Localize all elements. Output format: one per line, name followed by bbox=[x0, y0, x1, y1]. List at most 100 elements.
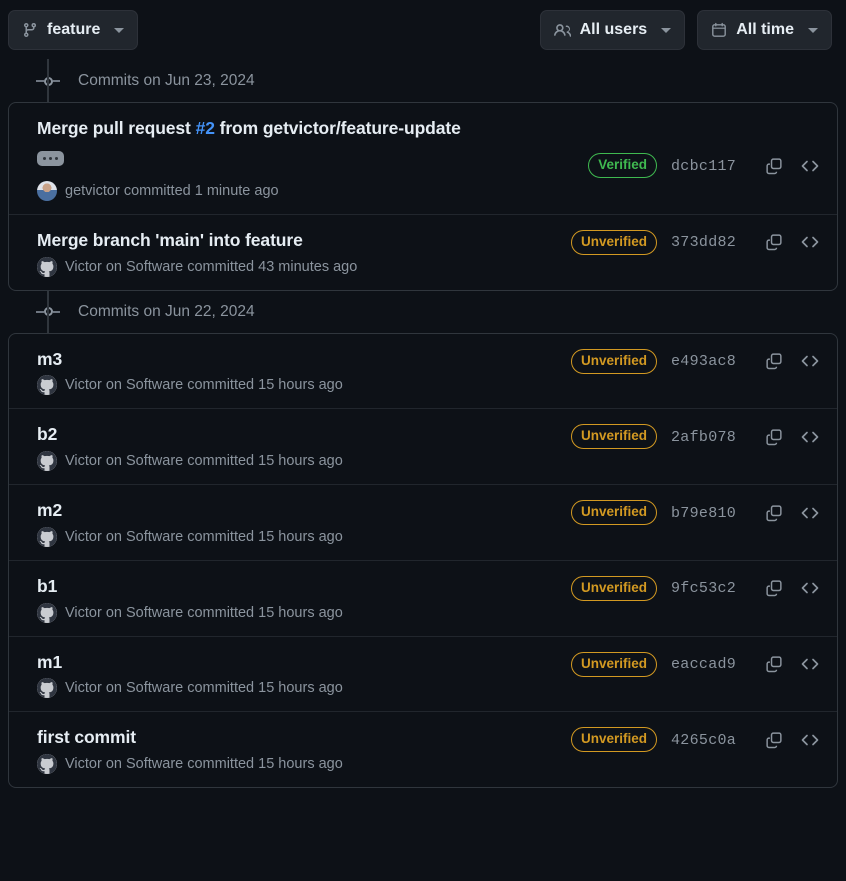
commit-title-suffix: from getvictor/feature-update bbox=[214, 118, 461, 138]
commit-sha-wrap: e493ac8 bbox=[671, 352, 749, 370]
commit-main: Merge branch 'main' into feature Victor o… bbox=[37, 229, 549, 277]
commit-sha[interactable]: dcbc117 bbox=[671, 158, 736, 175]
verification-badge-wrap: Unverified bbox=[549, 727, 657, 753]
commit-meta-text: Victor on Software committed 15 hours ag… bbox=[65, 528, 343, 545]
code-icon[interactable] bbox=[799, 155, 821, 177]
verification-badge-wrap: Unverified bbox=[549, 348, 657, 374]
commits-toolbar: feature All users All time bbox=[0, 0, 846, 60]
copy-icon[interactable] bbox=[763, 155, 785, 177]
commit-actions: Unverified 9fc53c2 bbox=[549, 575, 821, 601]
commit-sha-wrap: eaccad9 bbox=[671, 655, 749, 673]
copy-icon[interactable] bbox=[763, 653, 785, 675]
commit-title: b1 bbox=[37, 575, 549, 598]
commit-row: m3 Victor on Software committed 15 hours … bbox=[9, 334, 837, 409]
commit-title: Merge pull request #2 from getvictor/fea… bbox=[37, 117, 549, 140]
status-badge[interactable]: Verified bbox=[588, 153, 657, 179]
avatar[interactable] bbox=[37, 180, 57, 201]
commit-sha-wrap: b79e810 bbox=[671, 504, 749, 522]
copy-icon[interactable] bbox=[763, 502, 785, 524]
timeline-connector bbox=[47, 311, 49, 333]
commit-sha[interactable]: 9fc53c2 bbox=[671, 580, 736, 597]
commit-title: first commit bbox=[37, 726, 549, 749]
code-icon[interactable] bbox=[799, 577, 821, 599]
status-badge[interactable]: Unverified bbox=[570, 229, 657, 255]
time-filter-label: All time bbox=[736, 21, 794, 38]
avatar[interactable] bbox=[37, 602, 57, 623]
commit-actions: Unverified 373dd82 bbox=[549, 229, 821, 255]
avatar[interactable] bbox=[37, 754, 57, 774]
commit-sha-wrap: 9fc53c2 bbox=[671, 579, 749, 597]
avatar[interactable] bbox=[37, 678, 57, 699]
avatar[interactable] bbox=[37, 451, 57, 471]
commit-row: b1 Victor on Software committed 15 hours … bbox=[9, 559, 837, 636]
status-badge[interactable]: Unverified bbox=[570, 500, 657, 526]
commit-sha[interactable]: e493ac8 bbox=[671, 353, 736, 370]
commit-title-text: m3 bbox=[37, 348, 63, 369]
status-badge[interactable]: Unverified bbox=[570, 727, 657, 753]
status-badge[interactable]: Unverified bbox=[570, 424, 657, 450]
commit-sha[interactable]: eaccad9 bbox=[671, 656, 736, 673]
commit-main: Merge pull request #2 from getvictor/fea… bbox=[37, 117, 549, 201]
copy-icon[interactable] bbox=[763, 231, 785, 253]
copy-icon[interactable] bbox=[763, 577, 785, 599]
commit-title-link[interactable]: #2 bbox=[196, 118, 215, 138]
commit-main: m2 Victor on Software committed 15 hours … bbox=[37, 499, 549, 547]
commit-row: m1 Victor on Software committed 15 hours … bbox=[9, 635, 837, 712]
commit-meta-text: Victor on Software committed 15 hours ag… bbox=[65, 756, 343, 772]
copy-icon[interactable] bbox=[763, 426, 785, 448]
code-icon[interactable] bbox=[799, 729, 821, 751]
branch-selector-label: feature bbox=[47, 21, 101, 38]
time-filter-button[interactable]: All time bbox=[697, 10, 832, 50]
timeline-connector bbox=[47, 59, 49, 81]
avatar[interactable] bbox=[37, 256, 57, 277]
copy-icon[interactable] bbox=[763, 729, 785, 751]
timeline-connector bbox=[47, 290, 49, 312]
users-filter-label: All users bbox=[579, 21, 648, 38]
code-icon[interactable] bbox=[799, 426, 821, 448]
commit-meta-text: getvictor committed 1 minute ago bbox=[65, 182, 279, 199]
copy-icon[interactable] bbox=[763, 350, 785, 372]
commit-meta: getvictor committed 1 minute ago bbox=[37, 180, 549, 201]
commit-meta: Victor on Software committed 15 hours ag… bbox=[37, 375, 549, 396]
commit-row: m2 Victor on Software committed 15 hours … bbox=[9, 484, 837, 560]
verification-badge-wrap: Unverified bbox=[549, 424, 657, 450]
commit-title: m1 bbox=[37, 651, 549, 674]
status-badge[interactable]: Unverified bbox=[570, 651, 657, 677]
avatar[interactable] bbox=[37, 375, 57, 396]
commit-actions: Unverified 4265c0a bbox=[549, 726, 821, 753]
commit-sha[interactable]: 2afb078 bbox=[671, 429, 736, 446]
code-icon[interactable] bbox=[799, 653, 821, 675]
commit-sha[interactable]: b79e810 bbox=[671, 505, 736, 522]
timeline-connector bbox=[47, 81, 49, 102]
commit-title-text: m2 bbox=[37, 500, 63, 520]
commit-actions: Verified dcbc117 bbox=[549, 117, 821, 179]
chevron-down-icon bbox=[808, 27, 818, 33]
commit-row: first commit Victor on Software committed… bbox=[9, 711, 837, 787]
code-icon[interactable] bbox=[799, 350, 821, 372]
commit-title: b2 bbox=[37, 423, 549, 446]
commit-sha-wrap: 373dd82 bbox=[671, 233, 749, 251]
commits-date-label: Commits on Jun 22, 2024 bbox=[78, 302, 255, 320]
users-filter-button[interactable]: All users bbox=[539, 10, 686, 50]
expand-commit-message-button[interactable] bbox=[37, 151, 64, 167]
chevron-down-icon bbox=[661, 27, 672, 33]
status-badge[interactable]: Unverified bbox=[570, 575, 657, 601]
commit-sha[interactable]: 4265c0a bbox=[671, 732, 736, 749]
commit-actions: Unverified e493ac8 bbox=[549, 348, 821, 374]
commit-sha-wrap: 4265c0a bbox=[671, 731, 749, 749]
commit-row: Merge pull request #2 from getvictor/fea… bbox=[9, 103, 837, 214]
commit-title-text: b1 bbox=[37, 575, 58, 596]
commit-meta-text: Victor on Software committed 43 minutes … bbox=[65, 258, 358, 275]
commit-meta: Victor on Software committed 15 hours ag… bbox=[37, 526, 549, 547]
branch-selector-button[interactable]: feature bbox=[8, 10, 139, 50]
commit-main: m1 Victor on Software committed 15 hours … bbox=[37, 651, 549, 699]
commit-main: first commit Victor on Software committed… bbox=[37, 726, 549, 774]
commit-title-text: Merge branch 'main' into feature bbox=[37, 229, 303, 250]
code-icon[interactable] bbox=[799, 231, 821, 253]
status-badge[interactable]: Unverified bbox=[570, 348, 657, 374]
code-icon[interactable] bbox=[799, 502, 821, 524]
commit-meta-text: Victor on Software committed 15 hours ag… bbox=[65, 377, 343, 394]
commit-meta: Victor on Software committed 43 minutes … bbox=[37, 256, 549, 277]
avatar[interactable] bbox=[37, 526, 57, 547]
commit-sha[interactable]: 373dd82 bbox=[671, 234, 736, 251]
